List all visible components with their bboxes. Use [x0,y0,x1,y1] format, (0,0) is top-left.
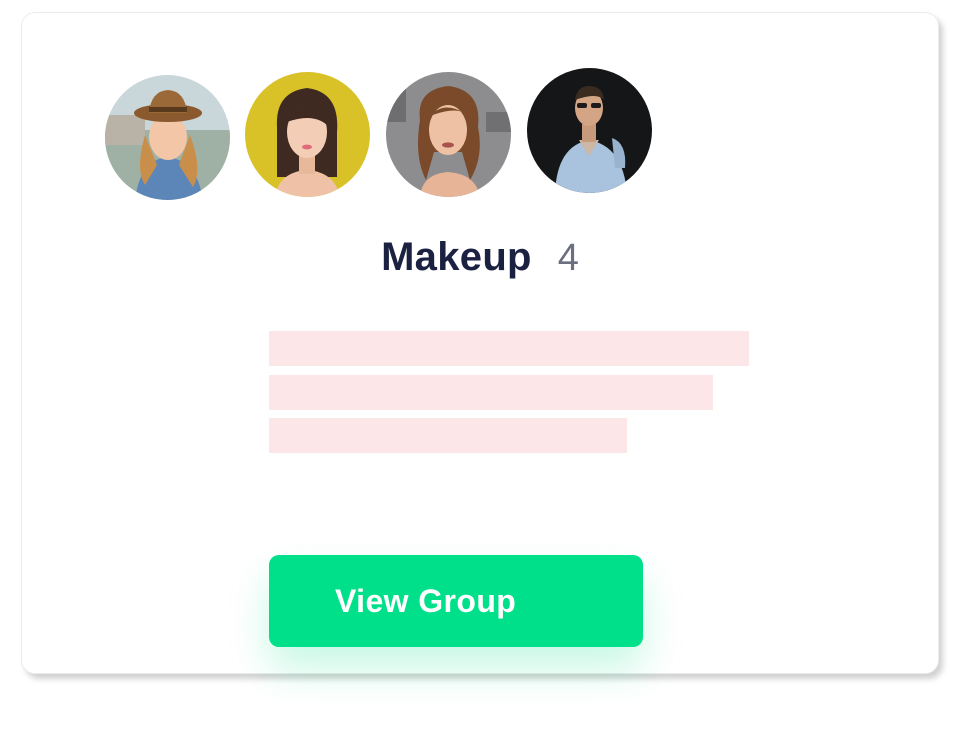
avatar-photo-4 [527,68,652,193]
view-group-button[interactable]: View Group [269,555,643,647]
avatar-photo-3 [386,72,511,197]
member-avatar-3[interactable] [386,72,511,197]
description-placeholder-line-3 [269,418,627,453]
description-placeholder-line-1 [269,331,749,366]
group-title-row: Makeup 4 [22,235,938,280]
member-avatar-2[interactable] [245,72,370,197]
group-name: Makeup [381,235,532,279]
avatar-photo-2 [245,72,370,197]
member-count: 4 [557,237,579,279]
group-card: Makeup 4 View Group [21,12,939,674]
member-avatar-4[interactable] [527,68,652,193]
member-avatar-1[interactable] [105,75,230,200]
description-placeholder-line-2 [269,375,713,410]
avatar-photo-1 [105,75,230,200]
